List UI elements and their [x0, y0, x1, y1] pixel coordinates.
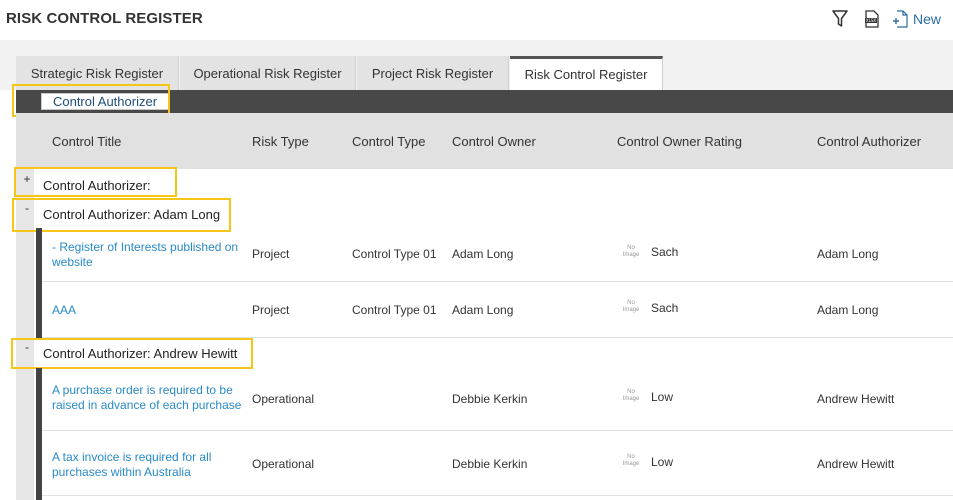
new-button[interactable]: New: [889, 8, 941, 30]
control-authorizer-cell: Andrew Hewitt: [817, 392, 895, 406]
risk-type-cell: Operational: [252, 457, 315, 471]
control-type-cell: Control Type 01: [352, 247, 437, 261]
table-row: AAA Project Control Type 01 Adam Long No…: [42, 283, 953, 338]
group-label: Control Authorizer: Andrew Hewitt: [43, 346, 238, 361]
column-header-risk-type[interactable]: Risk Type: [252, 134, 309, 149]
no-image-placeholder: No Image: [622, 454, 640, 467]
no-image-placeholder: No Image: [622, 389, 640, 402]
page-title: RISK CONTROL REGISTER: [6, 10, 203, 27]
control-title-link[interactable]: - Register of Interests published on web…: [52, 240, 244, 270]
no-image-placeholder: No Image: [622, 245, 640, 258]
collapse-toggle[interactable]: -: [20, 340, 34, 354]
risk-type-cell: Project: [252, 247, 290, 261]
control-owner-cell: Debbie Kerkin: [452, 392, 528, 406]
group-row: - Control Authorizer: Adam Long: [16, 199, 953, 229]
control-owner-cell: Adam Long: [452, 303, 514, 317]
control-owner-cell: Adam Long: [452, 247, 514, 261]
column-header-control-owner-rating[interactable]: Control Owner Rating: [617, 134, 742, 149]
rating-cell: Sach: [651, 301, 679, 315]
column-header-control-type[interactable]: Control Type: [352, 134, 425, 149]
group-label: Control Authorizer:: [43, 178, 151, 193]
tab-project-risk-register[interactable]: Project Risk Register: [357, 56, 509, 90]
control-title-link[interactable]: A tax invoice is required for all purcha…: [52, 450, 244, 480]
filter-icon[interactable]: [829, 8, 851, 30]
xlsx-export-icon[interactable]: XLSX: [861, 8, 883, 30]
new-document-icon: [889, 8, 911, 30]
svg-text:XLSX: XLSX: [866, 18, 877, 23]
group-label: Control Authorizer: Adam Long: [43, 207, 221, 222]
group-row: + Control Authorizer:: [16, 170, 953, 200]
control-authorizer-cell: Adam Long: [817, 247, 879, 261]
collapse-toggle[interactable]: -: [20, 201, 34, 215]
table-header: Control Title Risk Type Control Type Con…: [16, 113, 953, 169]
tab-strip: Strategic Risk Register Operational Risk…: [0, 40, 953, 90]
tab-operational-risk-register[interactable]: Operational Risk Register: [180, 56, 356, 90]
rating-cell: Low: [651, 455, 674, 469]
control-authorizer-cell: Andrew Hewitt: [817, 457, 895, 471]
column-header-control-owner[interactable]: Control Owner: [452, 134, 536, 149]
no-image-placeholder: No Image: [622, 300, 640, 313]
tab-strategic-risk-register[interactable]: Strategic Risk Register: [16, 56, 179, 90]
control-authorizer-cell: Adam Long: [817, 303, 879, 317]
group-by-bar: Control Authorizer: [16, 90, 953, 113]
group-by-chip[interactable]: Control Authorizer: [41, 93, 169, 110]
expand-toggle[interactable]: +: [20, 172, 34, 186]
toolbar-actions: XLSX New: [829, 8, 941, 30]
column-header-control-title[interactable]: Control Title: [52, 134, 121, 149]
rating-cell: Sach: [651, 245, 679, 259]
top-bar: RISK CONTROL REGISTER XLSX New: [0, 0, 953, 40]
tab-risk-control-register[interactable]: Risk Control Register: [510, 56, 663, 90]
new-button-label: New: [912, 11, 941, 27]
control-title-link[interactable]: AAA: [52, 303, 244, 318]
risk-type-cell: Project: [252, 303, 290, 317]
group-row: - Control Authorizer: Andrew Hewitt: [16, 338, 953, 368]
table-row: A tax invoice is required for all purcha…: [42, 432, 953, 496]
control-type-cell: Control Type 01: [352, 303, 437, 317]
control-title-link[interactable]: A purchase order is required to be raise…: [52, 383, 244, 413]
risk-type-cell: Operational: [252, 392, 315, 406]
rating-cell: Low: [651, 390, 674, 404]
control-owner-cell: Debbie Kerkin: [452, 457, 528, 471]
table-row: - Register of Interests published on web…: [42, 228, 953, 282]
column-header-control-authorizer[interactable]: Control Authorizer: [817, 134, 921, 149]
table-row: A purchase order is required to be raise…: [42, 368, 953, 431]
